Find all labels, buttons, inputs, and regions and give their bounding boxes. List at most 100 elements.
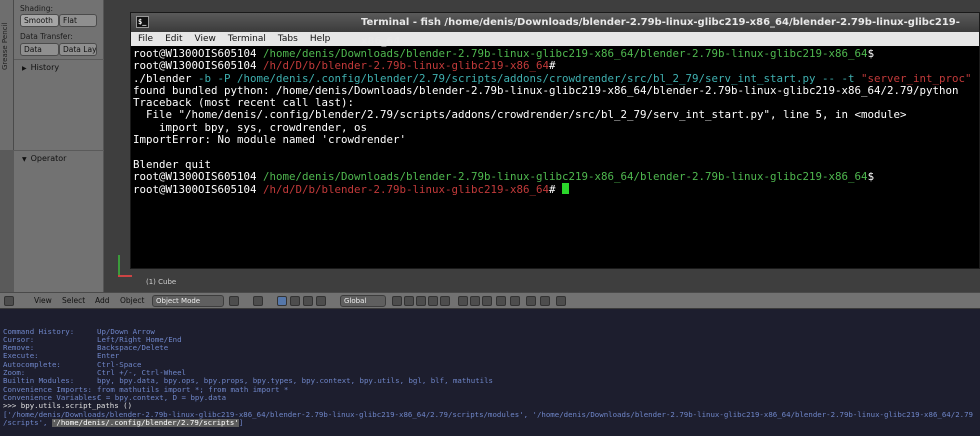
console-help-key: Autocomplete:: [3, 360, 61, 369]
console-help-row: Autocomplete: Ctrl-Space: [3, 361, 977, 369]
desktop: (1) Cube Grease Pencil Shading: Smooth F…: [0, 0, 980, 436]
console-help-row: Builtin Modules: bpy, bpy.data, bpy.ops, …: [3, 377, 977, 385]
viewport-header: View Select Add Object Object Mode Globa…: [0, 292, 980, 309]
grease-pencil-tab-label: Grease Pencil: [1, 22, 9, 70]
console-command: >>> bpy.utils.script_paths (): [3, 402, 133, 411]
menu-view[interactable]: View: [195, 34, 216, 44]
axis-x-indicator: [118, 275, 132, 277]
terminal-titlebar[interactable]: $_ Terminal - fish /home/denis/Downloads…: [131, 13, 979, 47]
console-help-row: Convenience Imports: from mathutils impor…: [3, 386, 977, 394]
console-help-key: Builtin Modules:: [3, 377, 75, 386]
terminal-window[interactable]: $_ Terminal - fish /home/denis/Downloads…: [130, 12, 980, 269]
shading-smooth-button[interactable]: Smooth: [20, 14, 59, 27]
rotate-icon[interactable]: [303, 296, 313, 306]
selected-text: '/home/denis/.config/blender/2.79/script…: [51, 418, 239, 427]
console-output-line: /scripts', '/home/denis/.config/blender/…: [3, 418, 244, 427]
console-help-key: Remove:: [3, 344, 35, 353]
pivot-icon[interactable]: [253, 296, 263, 306]
operator-panel-header[interactable]: ▼ Operator: [16, 152, 102, 166]
divider: [14, 59, 104, 60]
console-help-key: Convenience Imports:: [3, 385, 92, 394]
console-help-row: Convenience Variables:C = bpy.context, D…: [3, 394, 977, 402]
console-help-row: Execute: Enter: [3, 352, 977, 360]
menu-terminal[interactable]: Terminal: [228, 34, 266, 44]
console-help-row: Remove: Backspace/Delete: [3, 344, 977, 352]
shading-label: Shading:: [20, 4, 53, 13]
console-help-row: Cursor: Left/Right Home/End: [3, 336, 977, 344]
gl-render-icon[interactable]: [556, 296, 566, 306]
menu-tabs[interactable]: Tabs: [278, 34, 298, 44]
layer-icon[interactable]: [470, 296, 480, 306]
terminal-line: File "/home/denis/.config/blender/2.79/s…: [133, 108, 907, 122]
data-transfer-data-button[interactable]: Data: [20, 43, 59, 56]
console-help-value: Ctrl-Space: [97, 360, 142, 369]
viewport-object-label: (1) Cube: [146, 278, 177, 286]
menu-help[interactable]: Help: [310, 34, 331, 44]
console-help-key: Zoom:: [3, 369, 26, 378]
console-help-key: Convenience Variables:: [3, 393, 101, 402]
console-help-key: Execute:: [3, 352, 39, 361]
data-transfer-label: Data Transfer:: [20, 32, 73, 41]
terminal-line: root@W1300OIS605104 /h/d/D/b/blender-2.7…: [133, 183, 977, 196]
terminal-output[interactable]: root@W1300OIS605104 /home/denis/Download…: [131, 46, 979, 268]
render-icon[interactable]: [526, 296, 536, 306]
manipulator-icon[interactable]: [277, 296, 287, 306]
terminal-line: ImportError: No module named 'crowdrende…: [133, 133, 407, 147]
console-help-value: Ctrl +/-, Ctrl-Wheel: [97, 369, 186, 378]
operator-label: Operator: [30, 154, 67, 163]
menu-edit[interactable]: Edit: [165, 34, 182, 44]
layer-icon[interactable]: [440, 296, 450, 306]
console-help-value: Left/Right Home/End: [97, 335, 182, 344]
snap-icon[interactable]: [496, 296, 506, 306]
mode-select-label: Object Mode: [156, 297, 201, 305]
console-help-row: Command History: Up/Down Arrow: [3, 328, 977, 336]
history-label: History: [30, 63, 60, 72]
shading-flat-button[interactable]: Flat: [59, 14, 97, 27]
orientation-label: Global: [344, 297, 367, 305]
terminal-icon: $_: [136, 16, 149, 28]
console-help-key: Cursor:: [3, 335, 35, 344]
layer-icon[interactable]: [404, 296, 414, 306]
tool-shelf: Shading: Smooth Flat Data Transfer: Data…: [14, 0, 104, 292]
layer-icon[interactable]: [416, 296, 426, 306]
console-help-value: bpy, bpy.data, bpy.ops, bpy.props, bpy.t…: [97, 377, 494, 386]
collapse-triangle-icon: ▼: [22, 156, 27, 163]
menu-file[interactable]: File: [138, 34, 153, 44]
expand-triangle-icon: ▶: [22, 65, 27, 72]
menu-add[interactable]: Add: [95, 295, 110, 307]
terminal-title: Terminal - fish /home/denis/Downloads/bl…: [361, 17, 960, 47]
layer-icon[interactable]: [428, 296, 438, 306]
console-help-row: Zoom: Ctrl +/-, Ctrl-Wheel: [3, 369, 977, 377]
layer-icon[interactable]: [392, 296, 402, 306]
proportional-edit-icon[interactable]: [482, 296, 492, 306]
shading-sphere-icon[interactable]: [229, 296, 239, 306]
console-help-value: Enter: [97, 352, 120, 361]
snap-target-icon[interactable]: [510, 296, 520, 306]
layer-icon[interactable]: [458, 296, 468, 306]
console-help-value: from mathutils import *; from math impor…: [97, 385, 289, 394]
data-transfer-layout-button[interactable]: Data Layo: [59, 43, 97, 56]
menu-select[interactable]: Select: [62, 295, 85, 307]
python-console[interactable]: Command History: Up/Down Arrow Cursor: Left…: [0, 309, 980, 436]
camera-icon[interactable]: [540, 296, 550, 306]
divider: [14, 150, 104, 151]
mode-select-dropdown[interactable]: Object Mode: [152, 295, 224, 307]
console-help-rows: Command History: Up/Down Arrow Cursor: Left…: [3, 328, 977, 403]
terminal-cursor: [562, 183, 570, 195]
console-help-value: Up/Down Arrow: [97, 327, 155, 336]
translate-icon[interactable]: [290, 296, 300, 306]
orientation-dropdown[interactable]: Global: [340, 295, 386, 307]
editor-type-icon[interactable]: [4, 296, 14, 306]
console-help-value: C = bpy.context, D = bpy.data: [97, 393, 227, 402]
console-help-key: Command History:: [3, 327, 75, 336]
grease-pencil-tab[interactable]: Grease Pencil: [0, 0, 14, 150]
menu-object[interactable]: Object: [120, 295, 144, 307]
terminal-line: root@W1300OIS605104 /home/denis/Download…: [133, 169, 875, 183]
scale-icon[interactable]: [316, 296, 326, 306]
menu-view[interactable]: View: [34, 295, 52, 307]
console-help-value: Backspace/Delete: [97, 344, 169, 353]
history-panel-header[interactable]: ▶ History: [16, 61, 102, 75]
console-output-line: ['/home/denis/Downloads/blender-2.79b-li…: [3, 410, 973, 419]
axis-y-indicator: [118, 255, 120, 277]
